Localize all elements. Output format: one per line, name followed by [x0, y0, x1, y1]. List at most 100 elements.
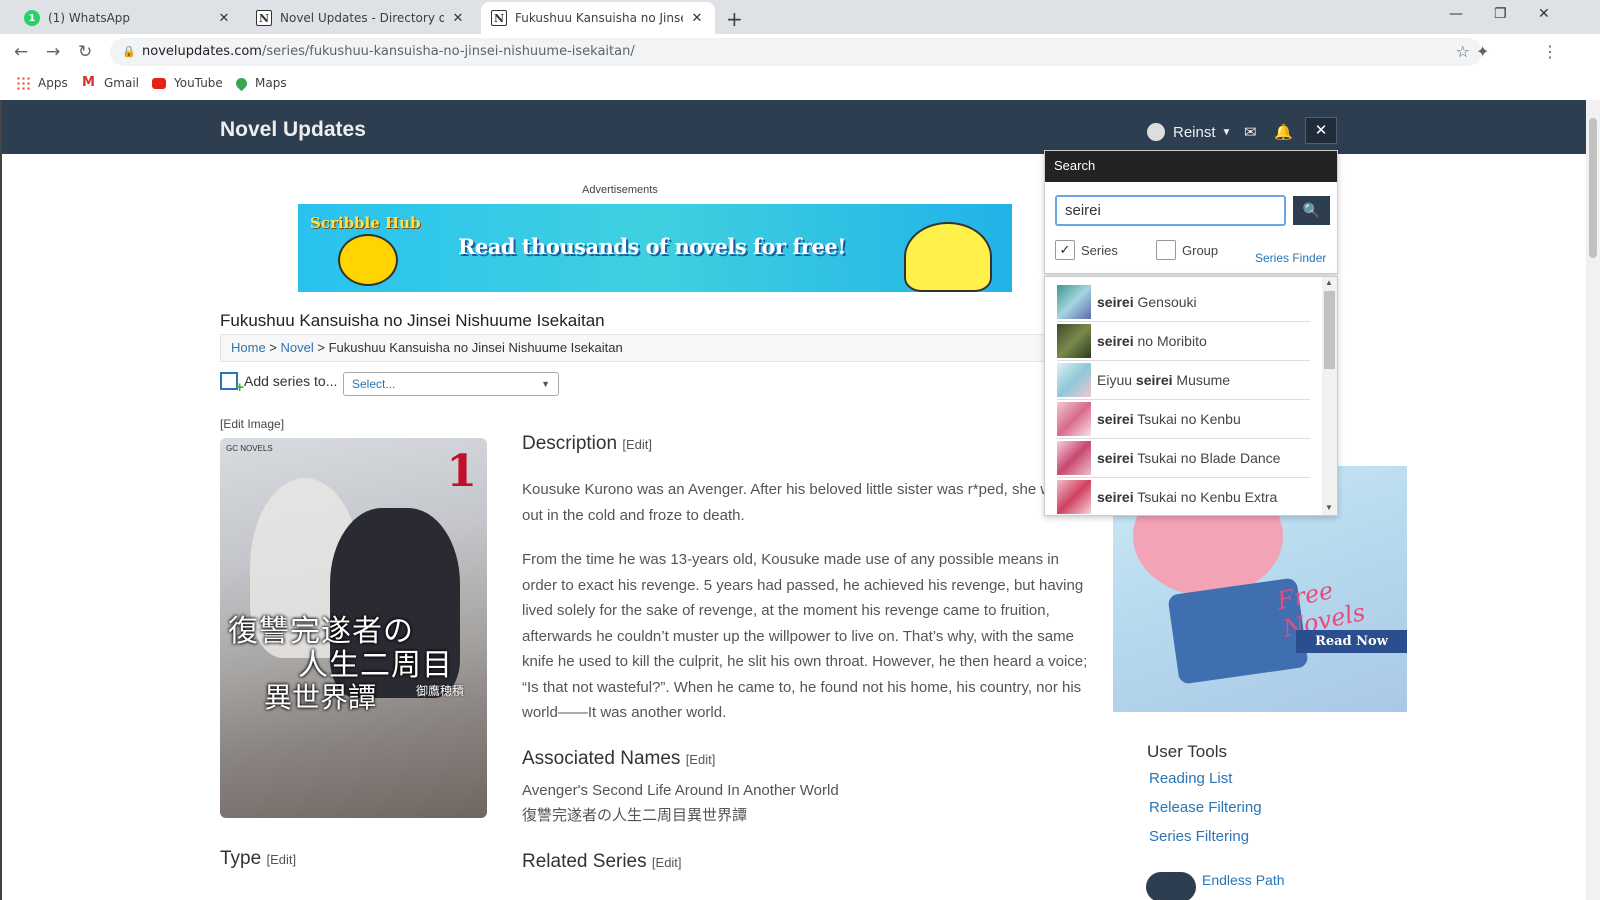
series-filtering-link[interactable]: Series Filtering [1149, 828, 1249, 845]
bookmark-label: Gmail [104, 76, 140, 90]
scrollbar-thumb[interactable] [1324, 291, 1335, 369]
series-link[interactable]: Endless Path [1202, 872, 1285, 888]
back-arrow-icon[interactable]: ← [14, 42, 28, 62]
search-result-item[interactable]: seirei Gensouki [1057, 283, 1310, 322]
series-cover-image: GC NOVELS 1 復讐完遂者の 人生二周目 異世界譚 御鷹穂積 [220, 438, 487, 818]
close-tab-icon[interactable]: ✕ [450, 11, 466, 26]
page-scrollbar[interactable] [1586, 100, 1600, 900]
edit-link[interactable]: [Edit] [686, 752, 716, 767]
url-bar[interactable]: 🔒 novelupdates.com/series/fukushuu-kansu… [110, 38, 1482, 66]
edit-link[interactable]: [Edit] [266, 852, 296, 867]
breadcrumb-home[interactable]: Home [231, 340, 266, 355]
select-value: Select... [352, 377, 396, 391]
bookmarks-bar: Apps M Gmail YouTube Maps [0, 70, 1600, 98]
novelupdates-icon: N [256, 10, 272, 26]
breadcrumb-novel[interactable]: Novel [281, 340, 314, 355]
tab-novel-updates-directory[interactable]: N Novel Updates - Directory of Asia ✕ [246, 2, 476, 34]
bookmark-star-icon[interactable]: ☆ [1456, 38, 1470, 66]
series-thumbnail [1057, 441, 1091, 475]
url-host: novelupdates.com [142, 44, 262, 59]
search-result-item[interactable]: seirei Tsukai no Blade Dance [1057, 439, 1310, 478]
username: Reinst [1173, 123, 1216, 141]
close-tab-icon[interactable]: ✕ [689, 11, 705, 26]
release-filtering-link[interactable]: Release Filtering [1149, 799, 1262, 816]
web-page: Novel Updates Reinst ▼ ✉ 🔔 ✕ Advertiseme… [0, 100, 1586, 900]
heading-text: Associated Names [522, 748, 681, 769]
scrollbar-thumb[interactable] [1589, 118, 1597, 258]
breadcrumb: Home > Novel > Fukushuu Kansuisha no Jin… [220, 334, 1050, 362]
search-result-item[interactable]: seirei no Moribito [1057, 322, 1310, 361]
forward-arrow-icon[interactable]: → [46, 42, 60, 62]
search-result-item[interactable]: Eiyuu seirei Musume [1057, 361, 1310, 400]
mascot-image [338, 234, 398, 286]
series-checkbox[interactable]: ✓ Series [1055, 240, 1118, 260]
chevron-down-icon: ▼ [1221, 126, 1232, 138]
series-thumbnail [1057, 324, 1091, 358]
youtube-icon [152, 77, 166, 89]
series-thumbnail[interactable] [1146, 872, 1196, 900]
results-scrollbar[interactable]: ▲ ▼ [1322, 277, 1337, 515]
new-tab-button[interactable]: + [726, 7, 743, 31]
mascot-image [904, 222, 992, 292]
site-logo[interactable]: Novel Updates [220, 118, 366, 142]
series-finder-link[interactable]: Series Finder [1255, 251, 1326, 265]
whatsapp-icon: 1 [24, 10, 40, 26]
checkbox-label: Series [1081, 242, 1118, 258]
series-thumbnail [1057, 480, 1091, 514]
close-tab-icon[interactable]: ✕ [216, 11, 232, 26]
minimize-icon[interactable]: — [1449, 6, 1463, 22]
user-tools-heading: User Tools [1147, 742, 1227, 761]
bookmark-maps[interactable]: Maps [233, 75, 287, 91]
heading-text: Description [522, 433, 618, 454]
series-thumbnail [1057, 363, 1091, 397]
read-now-button[interactable]: Read Now [1296, 630, 1407, 653]
scribblehub-banner-ad[interactable]: Scribble Hub Read thousands of novels fo… [298, 204, 1012, 292]
ads-label: Advertisements [582, 184, 658, 196]
edit-link[interactable]: [Edit] [622, 437, 652, 452]
series-thumbnail [1057, 402, 1091, 436]
search-result-item[interactable]: seirei Tsukai no Kenbu [1057, 400, 1310, 439]
tab-fukushuu-active[interactable]: N Fukushuu Kansuisha no Jinsei Ni ✕ [481, 2, 715, 34]
reading-list-link[interactable]: Reading List [1149, 770, 1232, 787]
cover-title-line: 異世界譚 [264, 681, 377, 714]
scroll-down-arrow-icon[interactable]: ▼ [1325, 503, 1333, 512]
reload-icon[interactable]: ↻ [78, 42, 92, 62]
bell-icon[interactable]: 🔔 [1274, 123, 1293, 141]
extensions-puzzle-icon[interactable]: ✦ [1476, 42, 1489, 61]
search-result-item[interactable]: seirei Tsukai no Kenbu Extra [1057, 478, 1310, 515]
checkbox-label: Group [1182, 242, 1219, 258]
series-thumbnail [1057, 285, 1091, 319]
heading-text: Related Series [522, 851, 647, 872]
group-checkbox[interactable]: Group [1156, 240, 1218, 260]
search-panel: Search 🔍 ✓ Series Group Series Finder [1044, 150, 1338, 274]
edit-image-link[interactable]: [Edit Image] [220, 417, 284, 431]
checkbox-checked-icon: ✓ [1055, 240, 1075, 260]
user-menu[interactable]: Reinst ▼ [1147, 123, 1231, 141]
bookmark-apps[interactable]: Apps [16, 76, 68, 90]
bookmark-gmail[interactable]: M Gmail [82, 75, 140, 91]
add-list-icon [220, 372, 244, 396]
search-input[interactable] [1055, 195, 1286, 226]
type-heading: Type [Edit] [220, 848, 296, 870]
apps-grid-icon [16, 76, 30, 90]
reading-list-select[interactable]: Select... ▼ [343, 372, 559, 396]
search-results-dropdown: seirei Gensouki seirei no Moribito Eiyuu… [1044, 276, 1338, 516]
close-search-button[interactable]: ✕ [1305, 117, 1337, 144]
cover-volume: 1 [446, 446, 477, 497]
url-path: /series/fukushuu-kansuisha-no-jinsei-nis… [261, 44, 635, 59]
scroll-up-arrow-icon[interactable]: ▲ [1325, 278, 1333, 287]
gmail-icon: M [82, 75, 95, 90]
bookmark-youtube[interactable]: YouTube [152, 76, 223, 90]
cover-author: 御鷹穂積 [416, 684, 465, 698]
tab-whatsapp[interactable]: 1 (1) WhatsApp ✕ [14, 2, 242, 34]
tab-title: Fukushuu Kansuisha no Jinsei Ni [515, 11, 683, 25]
tab-title: (1) WhatsApp [48, 11, 131, 25]
checkbox-unchecked-icon [1156, 240, 1176, 260]
menu-kebab-icon[interactable]: ⋮ [1542, 42, 1558, 61]
window-close-icon[interactable]: ✕ [1538, 6, 1550, 22]
restore-icon[interactable]: ❐ [1494, 6, 1507, 22]
mail-icon[interactable]: ✉ [1244, 123, 1257, 141]
search-button[interactable]: 🔍 [1293, 196, 1330, 225]
page-title: Fukushuu Kansuisha no Jinsei Nishuume Is… [220, 311, 605, 330]
edit-link[interactable]: [Edit] [652, 855, 682, 870]
